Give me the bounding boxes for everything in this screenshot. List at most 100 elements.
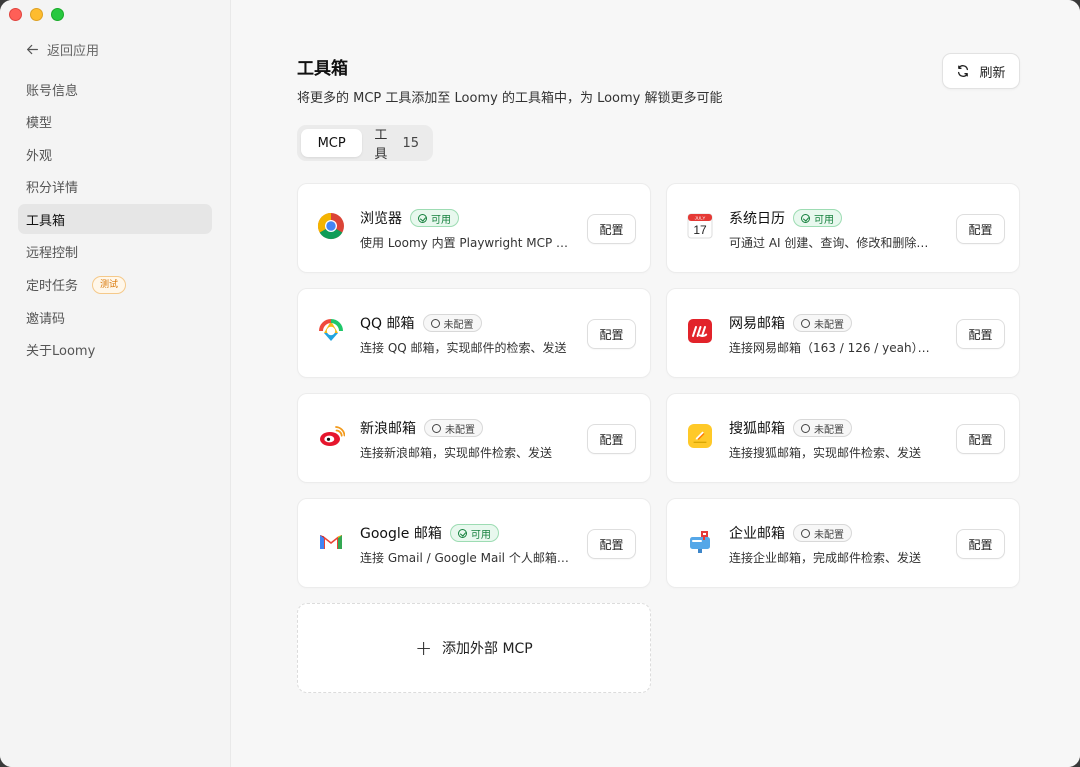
tab-label: 工具 <box>374 128 388 162</box>
empty-circle-icon <box>432 423 441 433</box>
sidebar-item-scheduled-tasks[interactable]: 定时任务 测试 <box>18 270 212 300</box>
tab-label: MCP <box>317 135 346 151</box>
add-external-mcp-button[interactable]: + 添加外部 MCP <box>297 603 651 693</box>
refresh-label: 刷新 <box>979 65 1006 81</box>
card-name: 搜狐邮箱 <box>729 421 785 437</box>
card-description: 连接网易邮箱（163 / 126 / yeah），实现邮件收发 <box>729 341 939 355</box>
card-name: 新浪邮箱 <box>360 421 416 437</box>
tab-tools[interactable]: 工具 15 <box>364 128 429 162</box>
check-circle-icon <box>801 213 810 223</box>
empty-circle-icon <box>801 423 810 433</box>
browser-card: 浏览器 可用 使用 Loomy 内置 Playwright MCP 工具完成网页浏… <box>297 183 651 273</box>
minimize-window-button[interactable] <box>30 8 43 21</box>
card-title: 系统日历 可用 <box>729 208 842 228</box>
beta-badge: 测试 <box>92 275 127 294</box>
enterprise-mail-config-button[interactable]: 配置 <box>956 529 1005 559</box>
sidebar-item-label: 定时任务 <box>26 279 79 295</box>
calendar-day: 17 <box>693 223 707 237</box>
sina-mail-card: 新浪邮箱 未配置 连接新浪邮箱，实现邮件检索、发送 配置 <box>297 393 651 483</box>
card-description: 连接搜狐邮箱，实现邮件检索、发送 <box>729 446 922 460</box>
tab-count: 15 <box>402 135 419 151</box>
back-label: 返回应用 <box>47 43 100 59</box>
card-title: QQ 邮箱 未配置 <box>360 313 482 333</box>
status-badge: 未配置 <box>793 314 852 332</box>
sidebar-item-points[interactable]: 积分详情 <box>18 172 212 202</box>
check-circle-icon <box>457 528 467 538</box>
check-circle-icon <box>418 213 427 223</box>
sidebar-item-appearance[interactable]: 外观 <box>18 139 212 169</box>
empty-circle-icon <box>430 318 440 328</box>
card-description: 可通过 AI 创建、查询、修改和删除日历事件 <box>729 236 939 250</box>
sidebar-item-about[interactable]: 关于Loomy <box>18 335 212 365</box>
card-description: 连接 Gmail / Google Mail 个人邮箱账户 <box>360 551 570 565</box>
sohu-mail-icon <box>686 422 714 450</box>
google-mail-config-button[interactable]: 配置 <box>587 529 636 559</box>
window-controls <box>9 8 64 21</box>
enterprise-mail-icon <box>686 527 714 555</box>
calendar-card: JULY 17 系统日历 可用 可通过 AI 创建、查询、修改和删除日历事件 配置 <box>666 183 1020 273</box>
calendar-config-button[interactable]: 配置 <box>956 214 1005 244</box>
card-title: 浏览器 可用 <box>360 208 459 228</box>
netease-mail-card: 网易邮箱未配置 连接网易邮箱（163 / 126 / yeah），实现邮件收发 … <box>666 288 1020 378</box>
card-name: Google 邮箱 <box>360 526 442 542</box>
settings-nav: 账号信息 模型 外观 积分详情 工具箱 远程控制 定时任务 测试 邀请码 关于L… <box>0 74 230 365</box>
status-badge: 未配置 <box>424 419 483 437</box>
enterprise-mail-card: 企业邮箱 未配置 连接企业邮箱，完成邮件检索、发送 配置 <box>666 498 1020 588</box>
card-name: 系统日历 <box>729 211 785 227</box>
sidebar-item-label: 关于Loomy <box>26 344 96 360</box>
sina-mail-config-button[interactable]: 配置 <box>587 424 636 454</box>
netease-mail-config-button[interactable]: 配置 <box>956 319 1005 349</box>
page-subtitle: 将更多的 MCP 工具添加至 Loomy 的工具箱中，为 Loomy 解锁更多可… <box>297 91 723 106</box>
card-title: 企业邮箱 未配置 <box>729 523 852 543</box>
card-title: Google 邮箱 可用 <box>360 523 499 543</box>
empty-circle-icon <box>801 528 810 538</box>
status-label: 未配置 <box>814 529 844 541</box>
qq-mail-config-button[interactable]: 配置 <box>587 319 636 349</box>
status-badge: 未配置 <box>793 524 852 542</box>
status-label: 可用 <box>431 214 451 226</box>
sidebar-item-toolbox[interactable]: 工具箱 <box>18 204 212 235</box>
sidebar-item-label: 邀请码 <box>26 311 66 327</box>
arrow-left-icon <box>27 44 38 54</box>
back-to-app-button[interactable]: 返回应用 <box>26 38 230 60</box>
browser-config-button[interactable]: 配置 <box>587 214 636 244</box>
sidebar: 返回应用 账号信息 模型 外观 积分详情 工具箱 远程控制 定时任务 测试 邀请… <box>0 0 231 767</box>
chrome-icon <box>317 212 345 240</box>
sidebar-item-invite-code[interactable]: 邀请码 <box>18 302 212 332</box>
card-name: 企业邮箱 <box>729 526 785 542</box>
sidebar-item-label: 外观 <box>26 148 53 164</box>
card-title: 新浪邮箱 未配置 <box>360 418 483 438</box>
page-title: 工具箱 <box>297 59 348 79</box>
status-label: 未配置 <box>814 319 844 331</box>
qq-mail-icon <box>317 317 345 345</box>
sidebar-item-label: 账号信息 <box>26 83 79 99</box>
sidebar-item-label: 模型 <box>26 116 53 132</box>
close-window-button[interactable] <box>9 8 22 21</box>
sidebar-item-account[interactable]: 账号信息 <box>18 74 212 104</box>
add-external-mcp-label: 添加外部 MCP <box>442 641 533 657</box>
status-badge: 可用 <box>410 209 459 227</box>
sohu-mail-config-button[interactable]: 配置 <box>956 424 1005 454</box>
status-badge: 未配置 <box>422 314 482 332</box>
google-mail-card: Google 邮箱 可用 连接 Gmail / Google Mail 个人邮箱账… <box>297 498 651 588</box>
qq-mail-card: QQ 邮箱 未配置 连接 QQ 邮箱，实现邮件的检索、发送 配置 <box>297 288 651 378</box>
card-name: 网易邮箱 <box>729 316 785 332</box>
card-description: 连接 QQ 邮箱，实现邮件的检索、发送 <box>360 341 567 355</box>
refresh-button[interactable]: 刷新 <box>942 53 1020 89</box>
empty-circle-icon <box>801 318 810 328</box>
tab-mcp[interactable]: MCP <box>301 129 363 157</box>
app-window: 返回应用 账号信息 模型 外观 积分详情 工具箱 远程控制 定时任务 测试 邀请… <box>0 0 1080 767</box>
sidebar-item-model[interactable]: 模型 <box>18 107 212 137</box>
sidebar-item-remote-control[interactable]: 远程控制 <box>18 237 212 267</box>
status-label: 未配置 <box>445 424 475 436</box>
zoom-window-button[interactable] <box>51 8 64 21</box>
gmail-icon <box>317 527 345 555</box>
calendar-month: JULY <box>695 216 706 221</box>
sidebar-item-label: 远程控制 <box>26 246 79 262</box>
status-label: 未配置 <box>814 424 844 436</box>
card-description: 连接新浪邮箱，实现邮件检索、发送 <box>360 446 553 460</box>
toolbox-tabs: MCP 工具 15 <box>297 125 433 162</box>
sidebar-item-label: 积分详情 <box>26 181 79 197</box>
card-title: 网易邮箱 未配置 <box>729 313 852 333</box>
card-name: QQ 邮箱 <box>360 316 415 332</box>
